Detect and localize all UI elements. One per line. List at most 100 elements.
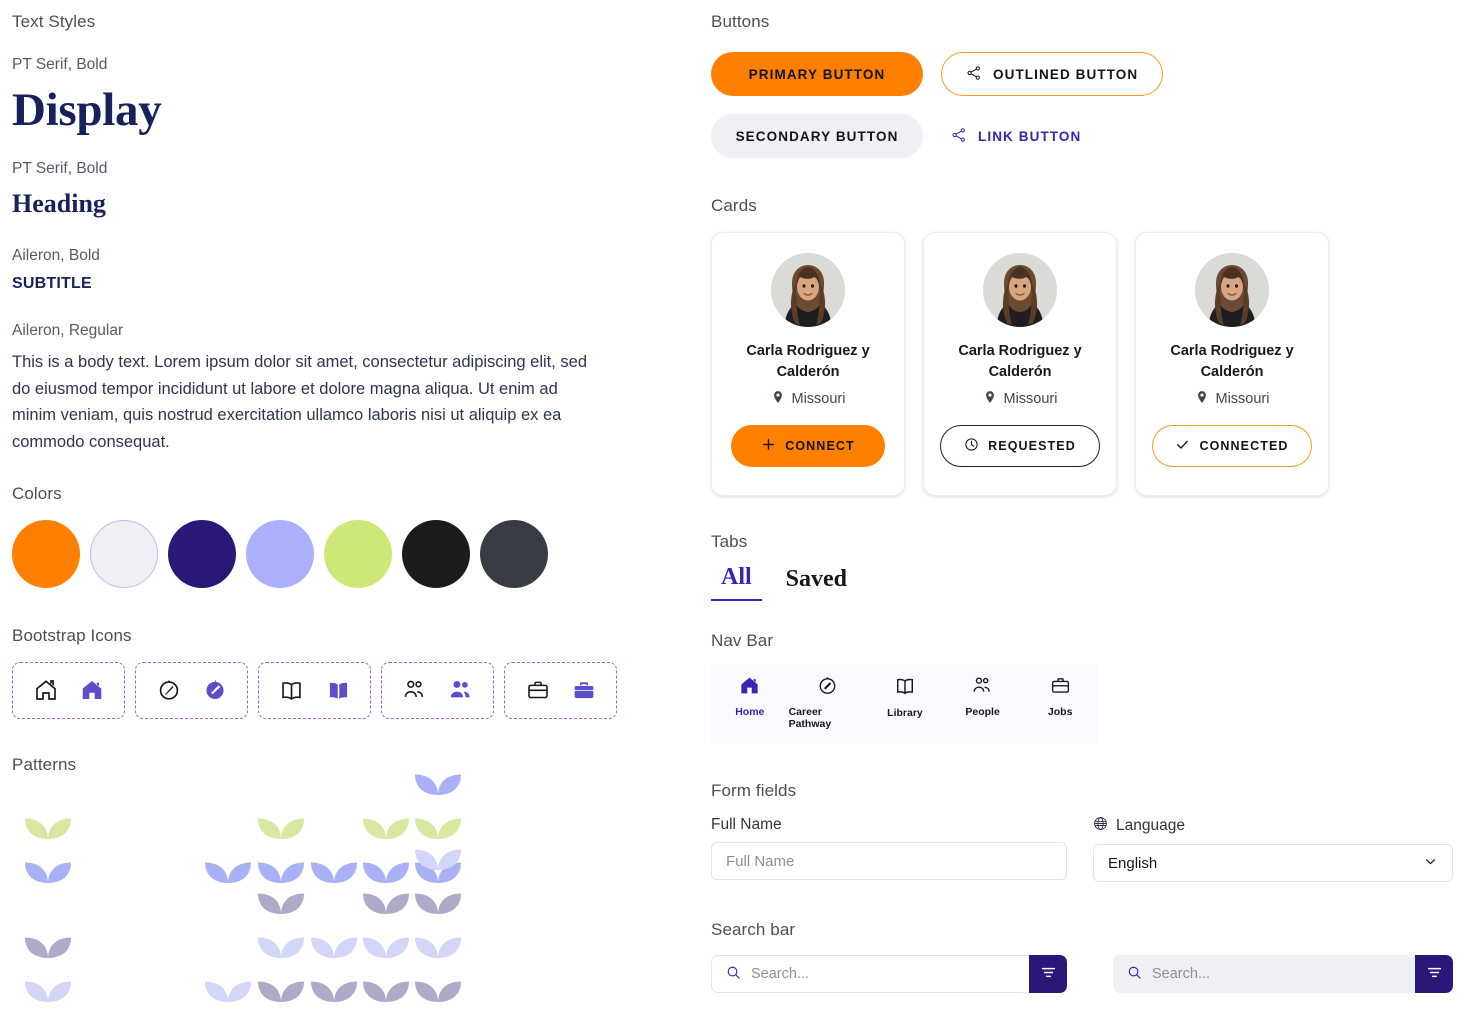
leaf-mauve	[412, 956, 464, 1002]
muted-pattern-column-3	[308, 914, 360, 1002]
search-input-filled[interactable]: Search...	[1113, 955, 1415, 993]
leaf-pale	[412, 824, 464, 870]
form-fields-section-label: Form fields	[711, 781, 797, 800]
language-select[interactable]: English	[1093, 844, 1453, 882]
leaf-pale	[202, 956, 254, 1002]
avatar	[771, 253, 845, 327]
card-location-label: Missouri	[791, 391, 846, 408]
color-swatch-orange	[12, 519, 80, 588]
leaf-pale	[360, 912, 412, 958]
primary-button[interactable]: PRIMARY BUTTON	[711, 52, 923, 96]
nav-item-people[interactable]: People	[944, 675, 1022, 718]
heading-sample: Heading	[12, 188, 106, 218]
left-column: Text Styles PT Serif, Bold Display PT Se…	[12, 12, 652, 1002]
leaf-mauve	[360, 868, 412, 914]
book-icon[interactable]	[279, 678, 304, 703]
search-input-outlined[interactable]: Search...	[711, 955, 1029, 993]
muted-pattern-column-4	[360, 870, 412, 1002]
leaf-mauve	[255, 956, 307, 1002]
leaf-periwinkle	[308, 837, 360, 883]
briefcase-icon	[1050, 675, 1071, 701]
tab-saved[interactable]: Saved	[776, 566, 857, 601]
link-button[interactable]: LINK BUTTON	[941, 114, 1091, 158]
tabs-section-label: Tabs	[711, 532, 748, 551]
color-swatch-near-black	[402, 519, 470, 588]
leaf-pale	[255, 912, 307, 958]
briefcase-icon[interactable]	[526, 678, 550, 702]
outlined-button[interactable]: OUTLINED BUTTON	[941, 52, 1164, 96]
color-swatch-indigo	[168, 519, 236, 588]
people-icon[interactable]	[403, 678, 427, 702]
primary-pattern-column-1	[202, 839, 254, 883]
house-fill-icon[interactable]	[80, 678, 104, 702]
filter-button-outlined[interactable]	[1029, 955, 1067, 993]
nav-item-label: Library	[887, 707, 923, 719]
buttons-section-label: Buttons	[711, 12, 770, 31]
avatar	[1195, 253, 1269, 327]
leaf-mauve	[412, 868, 464, 914]
leaf-pale	[308, 912, 360, 958]
card-action-label: REQUESTED	[988, 439, 1076, 454]
bootstrap-icons-section-label: Bootstrap Icons	[12, 625, 132, 645]
leaf-lime	[255, 793, 307, 839]
plus-icon	[761, 437, 776, 455]
leaf-mauve	[360, 956, 412, 1002]
text-styles-section-label: Text Styles	[12, 12, 96, 31]
card-action-label: CONNECT	[785, 439, 855, 454]
full-name-input[interactable]: Full Name	[711, 842, 1067, 880]
compass-icon[interactable]	[157, 678, 181, 702]
icon-group-house	[12, 661, 125, 719]
nav-item-home[interactable]: Home	[711, 675, 789, 718]
cards-section-label: Cards	[711, 196, 757, 215]
map-pin-icon	[771, 389, 785, 409]
book-fill-icon[interactable]	[326, 678, 351, 703]
color-swatch-list	[12, 519, 652, 588]
muted-pattern-column-2	[255, 870, 307, 1002]
house-icon[interactable]	[34, 678, 58, 702]
briefcase-fill-icon[interactable]	[572, 678, 596, 702]
card-action-button-connected[interactable]: CONNECTED	[1152, 425, 1312, 468]
card-action-button-connect[interactable]: CONNECT	[731, 425, 885, 468]
icon-group-people	[381, 661, 494, 719]
share-icon	[951, 127, 967, 146]
body-meta-label: Aileron, Regular	[12, 321, 124, 339]
secondary-button-label: SECONDARY BUTTON	[735, 128, 899, 144]
nav-item-library[interactable]: Library	[866, 675, 944, 719]
card-action-button-requested[interactable]: REQUESTED	[940, 425, 1100, 468]
filter-icon	[1426, 964, 1443, 984]
compass-fill-icon[interactable]	[203, 678, 227, 702]
globe-icon	[1093, 816, 1108, 836]
tab-list: All Saved	[711, 564, 1453, 601]
people-fill-icon[interactable]	[449, 678, 473, 702]
full-name-label: Full Name	[711, 816, 782, 833]
body-sample: This is a body text. Lorem ipsum dolor s…	[12, 352, 588, 451]
nav-item-career-pathway[interactable]: Career Pathway	[789, 675, 867, 730]
filter-icon	[1040, 964, 1057, 984]
color-swatch-slate	[480, 519, 548, 588]
map-pin-icon	[1195, 389, 1209, 409]
nav-item-label: Home	[735, 706, 765, 718]
card-location: Missouri	[983, 389, 1057, 409]
secondary-button[interactable]: SECONDARY BUTTON	[711, 114, 923, 158]
primary-pattern-column-3	[308, 839, 360, 883]
patterns-section-label: Patterns	[12, 754, 77, 774]
search-bar-row: Search... Search...	[711, 955, 1453, 993]
leaf-periwinkle	[202, 837, 254, 883]
tab-all[interactable]: All	[711, 564, 762, 601]
icon-group-compass	[135, 661, 248, 719]
full-name-field-group: Full Name Full Name	[711, 816, 1067, 882]
leaf-pale	[412, 912, 464, 958]
search-placeholder-filled: Search...	[1152, 966, 1211, 982]
leaf-lime	[22, 793, 74, 839]
language-label-wrap: Language	[1093, 816, 1453, 836]
filter-button-filled[interactable]	[1415, 955, 1453, 993]
chevron-down-icon	[1423, 854, 1438, 873]
design-system-page: Text Styles PT Serif, Bold Display PT Se…	[0, 0, 1464, 1027]
subtitle-sample: SUBTITLE	[12, 274, 92, 292]
muted-pattern-column-5	[412, 826, 464, 1002]
profile-card: Carla Rodriguez y Calderón Missouri CONNEC…	[711, 232, 905, 496]
search-bar-outlined: Search...	[711, 955, 1067, 993]
nav-item-label: People	[965, 706, 1000, 718]
nav-item-label: Career Pathway	[788, 706, 832, 730]
nav-item-jobs[interactable]: Jobs	[1021, 675, 1099, 718]
